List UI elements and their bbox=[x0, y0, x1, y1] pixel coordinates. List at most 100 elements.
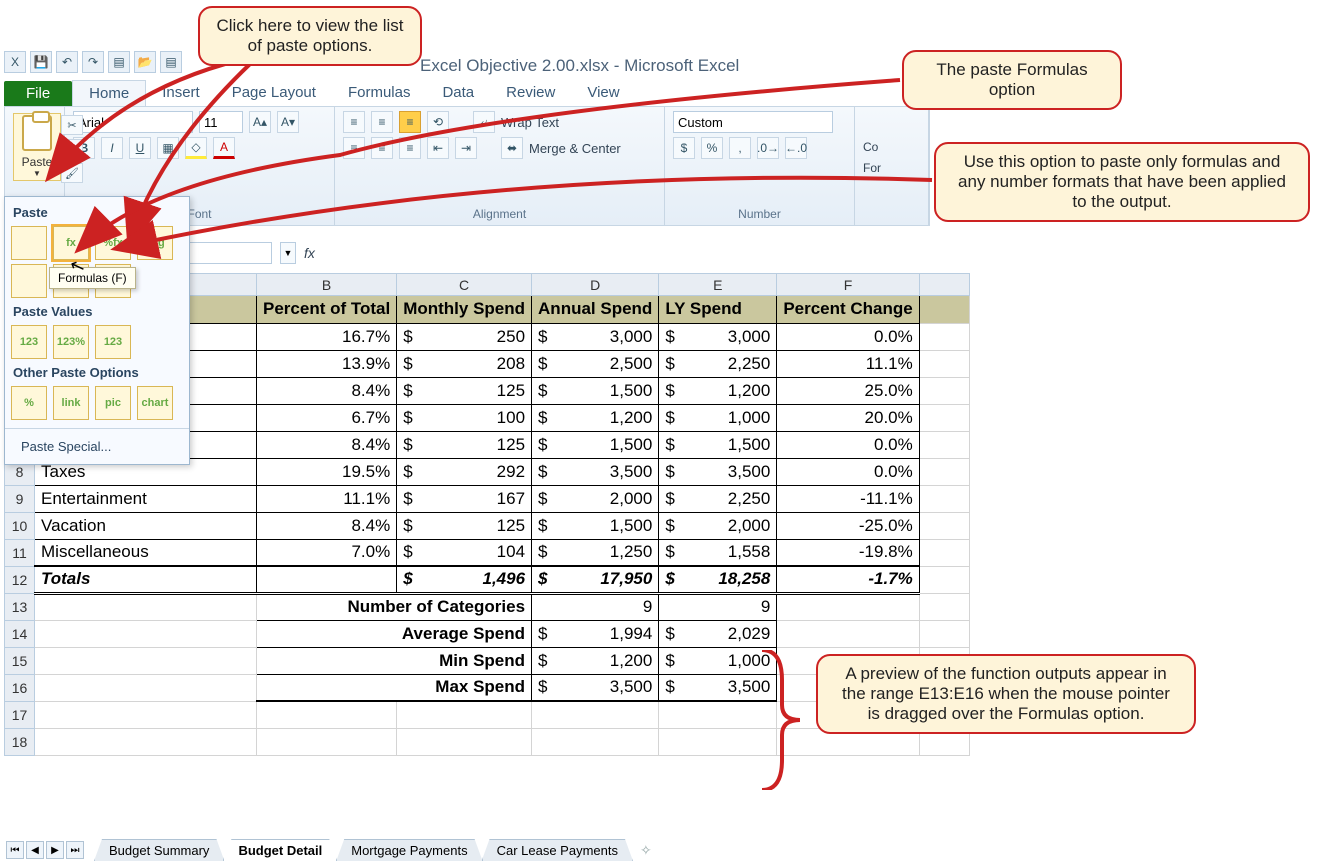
ribbon-group-number: $ % , .0→ ←.0 Number bbox=[665, 107, 855, 225]
italic-icon[interactable]: I bbox=[101, 137, 123, 159]
comma-icon[interactable]: , bbox=[729, 137, 751, 159]
align-left-icon[interactable]: ≡ bbox=[343, 137, 365, 159]
sheet-tab[interactable]: Budget Detail bbox=[223, 839, 337, 861]
fill-color-icon[interactable]: ◇ bbox=[185, 137, 207, 159]
align-right-icon[interactable]: ≡ bbox=[399, 137, 421, 159]
decrease-indent-icon[interactable]: ⇤ bbox=[427, 137, 449, 159]
merge-center-label[interactable]: Merge & Center bbox=[529, 141, 621, 156]
new-sheet-icon[interactable]: ✧ bbox=[640, 842, 652, 859]
sheet-nav-first-icon[interactable]: ⏮ bbox=[6, 841, 24, 859]
col-header[interactable]: F bbox=[777, 274, 919, 296]
paste-option[interactable]: % bbox=[11, 386, 47, 420]
wrap-text-icon[interactable]: ⤶ bbox=[473, 111, 495, 133]
ribbon-group-styles: Co For bbox=[855, 107, 929, 225]
paste-special-menuitem[interactable]: Paste Special... bbox=[11, 433, 183, 460]
row-header[interactable]: 9 bbox=[5, 485, 35, 512]
borders-icon[interactable]: ▦ bbox=[157, 137, 179, 159]
align-center-icon[interactable]: ≡ bbox=[371, 137, 393, 159]
brace-icon bbox=[752, 650, 802, 790]
callout-paste-list: Click here to view the list of paste opt… bbox=[198, 6, 422, 66]
paste-option[interactable]: chart bbox=[137, 386, 173, 420]
font-size-input[interactable] bbox=[199, 111, 243, 133]
copy-icon[interactable]: ⧉ bbox=[61, 139, 83, 159]
qat-open-icon[interactable]: 📂 bbox=[134, 51, 156, 73]
paste-option[interactable]: 123% bbox=[53, 325, 89, 359]
ribbon-group-alignment: ≡ ≡ ≡ ⟲ ⤶ Wrap Text ≡ ≡ ≡ ⇤ ⇥ ⬌ Merge & … bbox=[335, 107, 665, 225]
conditional-formatting-label[interactable]: Co bbox=[863, 139, 920, 156]
paste-option[interactable]: fx bbox=[53, 226, 89, 260]
grow-font-icon[interactable]: A▴ bbox=[249, 111, 271, 133]
col-header[interactable]: C bbox=[397, 274, 532, 296]
tab-home[interactable]: Home bbox=[72, 80, 146, 106]
qat-new-icon[interactable]: ▤ bbox=[108, 51, 130, 73]
paste-option[interactable]: 123 bbox=[95, 325, 131, 359]
paste-tooltip: Formulas (F) bbox=[49, 267, 136, 289]
qat-redo-icon[interactable]: ↷ bbox=[82, 51, 104, 73]
row-header[interactable]: 10 bbox=[5, 512, 35, 539]
merge-center-icon[interactable]: ⬌ bbox=[501, 137, 523, 159]
number-group-label: Number bbox=[673, 205, 846, 223]
paste-option[interactable] bbox=[11, 226, 47, 260]
qat-save-icon[interactable]: 💾 bbox=[30, 51, 52, 73]
paste-option[interactable]: link bbox=[53, 386, 89, 420]
paste-label: Paste bbox=[22, 155, 53, 169]
sheet-nav-next-icon[interactable]: ▶ bbox=[46, 841, 64, 859]
sheet-tab[interactable]: Budget Summary bbox=[94, 839, 224, 861]
tab-data[interactable]: Data bbox=[426, 80, 490, 106]
tab-review[interactable]: Review bbox=[490, 80, 571, 106]
paste-button[interactable]: Paste ▼ bbox=[13, 113, 61, 181]
paste-option[interactable] bbox=[11, 264, 47, 298]
tab-insert[interactable]: Insert bbox=[146, 80, 216, 106]
paste-option[interactable]: %fx bbox=[95, 226, 131, 260]
qat-print-icon[interactable]: ▤ bbox=[160, 51, 182, 73]
tab-page-layout[interactable]: Page Layout bbox=[216, 80, 332, 106]
format-as-table-label[interactable]: For bbox=[863, 160, 920, 177]
decrease-decimal-icon[interactable]: ←.0 bbox=[785, 137, 807, 159]
paste-section-header: Paste bbox=[11, 203, 183, 226]
align-top-icon[interactable]: ≡ bbox=[343, 111, 365, 133]
paste-option[interactable]: img bbox=[137, 226, 173, 260]
ribbon-tabs: File HomeInsertPage LayoutFormulasDataRe… bbox=[4, 78, 636, 106]
qat-undo-icon[interactable]: ↶ bbox=[56, 51, 78, 73]
col-header[interactable]: D bbox=[532, 274, 659, 296]
quick-access-toolbar: X 💾 ↶ ↷ ▤ 📂 ▤ bbox=[4, 48, 182, 76]
font-color-icon[interactable]: A bbox=[213, 137, 235, 159]
clipboard-icon bbox=[22, 115, 52, 151]
name-box[interactable] bbox=[188, 242, 272, 264]
excel-icon: X bbox=[4, 51, 26, 73]
paste-values-header: Paste Values bbox=[11, 302, 183, 325]
align-middle-icon[interactable]: ≡ bbox=[371, 111, 393, 133]
col-header[interactable]: B bbox=[257, 274, 397, 296]
tab-formulas[interactable]: Formulas bbox=[332, 80, 427, 106]
name-box-dropdown-icon[interactable]: ▼ bbox=[280, 242, 296, 264]
wrap-text-label[interactable]: Wrap Text bbox=[501, 115, 559, 130]
row-header[interactable]: 11 bbox=[5, 539, 35, 566]
sheet-nav-last-icon[interactable]: ⏭ bbox=[66, 841, 84, 859]
currency-icon[interactable]: $ bbox=[673, 137, 695, 159]
sheet-tab[interactable]: Mortgage Payments bbox=[336, 839, 482, 861]
cut-icon[interactable]: ✂ bbox=[61, 115, 83, 135]
col-header[interactable]: E bbox=[659, 274, 777, 296]
paste-option[interactable]: 123 bbox=[11, 325, 47, 359]
formula-bar: ▼ fx bbox=[188, 240, 315, 266]
paste-other-header: Other Paste Options bbox=[11, 363, 183, 386]
tab-file[interactable]: File bbox=[4, 81, 72, 106]
percent-icon[interactable]: % bbox=[701, 137, 723, 159]
window-title: Excel Objective 2.00.xlsx - Microsoft Ex… bbox=[420, 56, 739, 76]
underline-icon[interactable]: U bbox=[129, 137, 151, 159]
number-format-select[interactable] bbox=[673, 111, 833, 133]
format-painter-icon[interactable]: 🖌 bbox=[61, 163, 83, 183]
font-name-input[interactable] bbox=[73, 111, 193, 133]
callout-percent-option: Use this option to paste only formulas a… bbox=[934, 142, 1310, 222]
shrink-font-icon[interactable]: A▾ bbox=[277, 111, 299, 133]
increase-indent-icon[interactable]: ⇥ bbox=[455, 137, 477, 159]
paste-option[interactable]: pic bbox=[95, 386, 131, 420]
fx-icon[interactable]: fx bbox=[304, 245, 315, 261]
callout-preview: A preview of the function outputs appear… bbox=[816, 654, 1196, 734]
sheet-tab[interactable]: Car Lease Payments bbox=[482, 839, 633, 861]
increase-decimal-icon[interactable]: .0→ bbox=[757, 137, 779, 159]
tab-view[interactable]: View bbox=[571, 80, 635, 106]
sheet-nav-prev-icon[interactable]: ◀ bbox=[26, 841, 44, 859]
orientation-icon[interactable]: ⟲ bbox=[427, 111, 449, 133]
align-bottom-icon[interactable]: ≡ bbox=[399, 111, 421, 133]
